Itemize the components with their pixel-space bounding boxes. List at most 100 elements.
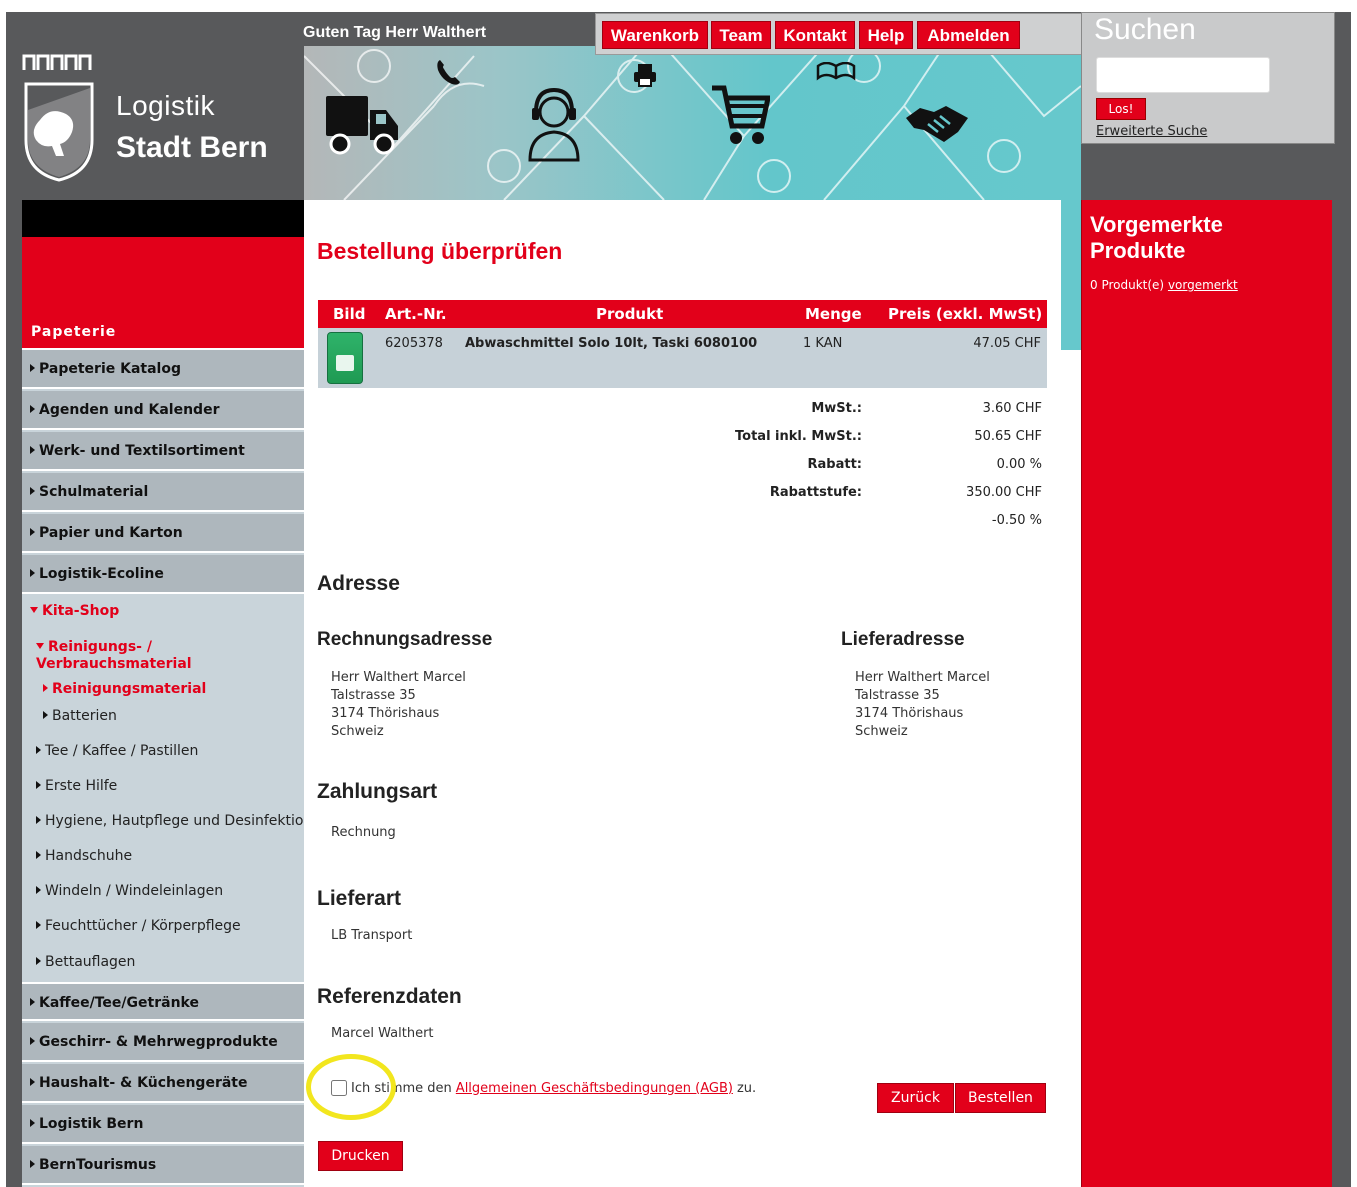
- sidebar-item-tee-kaffee[interactable]: Tee / Kaffee / Pastillen: [22, 743, 198, 759]
- product-image[interactable]: [327, 332, 363, 384]
- chevron-right-icon: [30, 446, 35, 454]
- order-button[interactable]: Bestellen: [955, 1083, 1046, 1113]
- sidebar-item-label: Feuchttücher / Körperpflege: [45, 918, 241, 934]
- chevron-down-icon: [30, 607, 38, 613]
- billing-line: Herr Walthert Marcel: [331, 670, 466, 685]
- sidebar-item-agenden[interactable]: Agenden und Kalender: [22, 391, 304, 430]
- sidebar: Papeterie Papeterie Katalog Agenden und …: [22, 310, 312, 1187]
- handshake-icon: [906, 106, 968, 142]
- chevron-right-icon: [30, 569, 35, 577]
- agb-text-post: zu.: [736, 1080, 757, 1096]
- sidebar-item-label: Handschuhe: [45, 848, 133, 864]
- saved-products-link[interactable]: vorgemerkt: [1168, 278, 1238, 292]
- chevron-down-icon: [36, 643, 44, 649]
- lieferart-value: LB Transport: [331, 928, 413, 943]
- heading-referenzdaten: Referenzdaten: [317, 985, 462, 1008]
- sidebar-item-logistik-bern[interactable]: Logistik Bern: [22, 1105, 304, 1144]
- book-icon: [816, 62, 856, 81]
- chevron-right-icon: [30, 1037, 35, 1045]
- billing-line: 3174 Thörishaus: [331, 706, 440, 721]
- printer-icon: [634, 64, 656, 87]
- sidebar-item-haushalt[interactable]: Haushalt- & Küchengeräte: [22, 1064, 304, 1103]
- sidebar-item-schulmaterial[interactable]: Schulmaterial: [22, 473, 304, 512]
- sidebar-item-papeterie-katalog[interactable]: Papeterie Katalog: [22, 350, 304, 389]
- chevron-right-icon: [43, 711, 48, 719]
- sidebar-item-ecoline[interactable]: Logistik-Ecoline: [22, 555, 304, 594]
- search-input[interactable]: [1096, 57, 1270, 93]
- delivery-address: Herr Walthert Marcel Talstrasse 35 3174 …: [855, 669, 990, 741]
- nav-abmelden[interactable]: Abmelden: [917, 21, 1020, 49]
- sidebar-item-papier[interactable]: Papier und Karton: [22, 514, 304, 553]
- sidebar-item-label: Haushalt- & Küchengeräte: [39, 1075, 248, 1091]
- nav-help[interactable]: Help: [859, 21, 913, 49]
- highlight-circle: [306, 1054, 396, 1120]
- sidebar-heading[interactable]: Papeterie: [22, 310, 304, 350]
- search-go-button[interactable]: Los!: [1096, 98, 1146, 120]
- chevron-right-icon: [43, 684, 48, 692]
- sidebar-item-werk[interactable]: Werk- und Textilsortiment: [22, 432, 304, 471]
- sidebar-item-batterien[interactable]: Batterien: [29, 708, 117, 724]
- sidebar-item-feuchttuecher[interactable]: Feuchttücher / Körperpflege: [22, 918, 241, 934]
- sidebar-item-label: Schulmaterial: [39, 484, 149, 500]
- chevron-right-icon: [30, 405, 35, 413]
- saved-products-title: Vorgemerkte Produkte: [1090, 212, 1223, 263]
- sidebar-item-label: Kaffee/Tee/Getränke: [39, 995, 199, 1011]
- sidebar-black-bar: [22, 200, 304, 237]
- content-gutter: [1061, 350, 1081, 1187]
- sidebar-item-label: Bettauflagen: [45, 954, 136, 970]
- sidebar-red-block: [22, 237, 304, 310]
- sidebar-item-label: Reinigungsmaterial: [52, 681, 207, 697]
- order-table-header: Bild Art.-Nr. Produkt Menge Preis (exkl.…: [318, 300, 1047, 328]
- nav-warenkorb[interactable]: Warenkorb: [602, 21, 708, 49]
- sidebar-item-label: Agenden und Kalender: [39, 402, 220, 418]
- cell-produkt[interactable]: Abwaschmittel Solo 10lt, Taski 6080100: [465, 336, 757, 351]
- sidebar-item-kita-shop[interactable]: Kita-Shop: [16, 603, 119, 619]
- sidebar-item-handschuhe[interactable]: Handschuhe: [22, 848, 132, 864]
- sidebar-item-geschirr[interactable]: Geschirr- & Mehrwegprodukte: [22, 1023, 304, 1062]
- totals-label-mwst: MwSt.:: [811, 401, 862, 416]
- sidebar-item-windeln[interactable]: Windeln / Windeleinlagen: [22, 883, 223, 899]
- sidebar-item-label: Batterien: [52, 708, 117, 724]
- advanced-search-link[interactable]: Erweiterte Suche: [1096, 124, 1207, 139]
- back-button[interactable]: Zurück: [877, 1083, 954, 1113]
- totals-value-total: 50.65 CHF: [974, 429, 1042, 444]
- sidebar-item-kaffee-tee[interactable]: Kaffee/Tee/Getränke: [22, 982, 304, 1021]
- saved-products-panel: Vorgemerkte Produkte 0 Produkt(e) vorgem…: [1081, 200, 1332, 1187]
- nav-team[interactable]: Team: [711, 21, 771, 49]
- totals-label-total: Total inkl. MwSt.:: [735, 429, 862, 444]
- heading-lieferart: Lieferart: [317, 887, 402, 910]
- sidebar-item-erste-hilfe[interactable]: Erste Hilfe: [22, 778, 117, 794]
- top-navigation: Warenkorb Team Kontakt Help Abmelden: [595, 13, 1085, 55]
- chevron-right-icon: [36, 746, 41, 754]
- billing-address: Herr Walthert Marcel Talstrasse 35 3174 …: [331, 669, 466, 741]
- totals-label-rabattstufe: Rabattstufe:: [769, 485, 862, 500]
- sidebar-item-bettauflagen[interactable]: Bettauflagen: [22, 954, 135, 970]
- sidebar-item-label: Papeterie Katalog: [39, 361, 181, 377]
- chevron-right-icon: [30, 1160, 35, 1168]
- heading-zahlungsart: Zahlungsart: [317, 780, 438, 803]
- col-artnr: Art.-Nr.: [385, 305, 447, 323]
- chevron-right-icon: [36, 816, 41, 824]
- delivery-line: Schweiz: [855, 724, 908, 739]
- sidebar-item-reinigung[interactable]: Reinigungs- / Verbrauchsmaterial: [22, 639, 192, 673]
- sidebar-item-label: Papier und Karton: [39, 525, 183, 541]
- totals-value-discount: -0.50 %: [991, 513, 1042, 528]
- sidebar-item-berntourismus[interactable]: BernTourismus: [22, 1146, 304, 1185]
- sidebar-item-label: Logistik-Ecoline: [39, 566, 164, 582]
- agb-link[interactable]: Allgemeinen Geschäftsbedingungen (AGB): [456, 1081, 733, 1096]
- sidebar-item-reinigungsmaterial[interactable]: Reinigungsmaterial: [29, 681, 206, 697]
- sidebar-item-label: Tee / Kaffee / Pastillen: [45, 743, 199, 759]
- chevron-right-icon: [36, 781, 41, 789]
- cell-preis: 47.05 CHF: [973, 336, 1041, 351]
- search-title: Suchen: [1094, 13, 1196, 46]
- nav-kontakt[interactable]: Kontakt: [775, 21, 855, 49]
- sidebar-item-label: Kita-Shop: [42, 603, 120, 619]
- table-row: 6205378 Abwaschmittel Solo 10lt, Taski 6…: [318, 328, 1047, 388]
- chevron-right-icon: [36, 851, 41, 859]
- sidebar-item-label: Hygiene, Hautpflege und Desinfektion: [45, 813, 313, 829]
- banner-edge: [1061, 200, 1081, 350]
- page-title: Bestellung überprüfen: [317, 238, 563, 264]
- totals-value-mwst: 3.60 CHF: [982, 401, 1042, 416]
- print-button[interactable]: Drucken: [318, 1141, 403, 1171]
- sidebar-item-hygiene[interactable]: Hygiene, Hautpflege und Desinfektion: [22, 813, 312, 829]
